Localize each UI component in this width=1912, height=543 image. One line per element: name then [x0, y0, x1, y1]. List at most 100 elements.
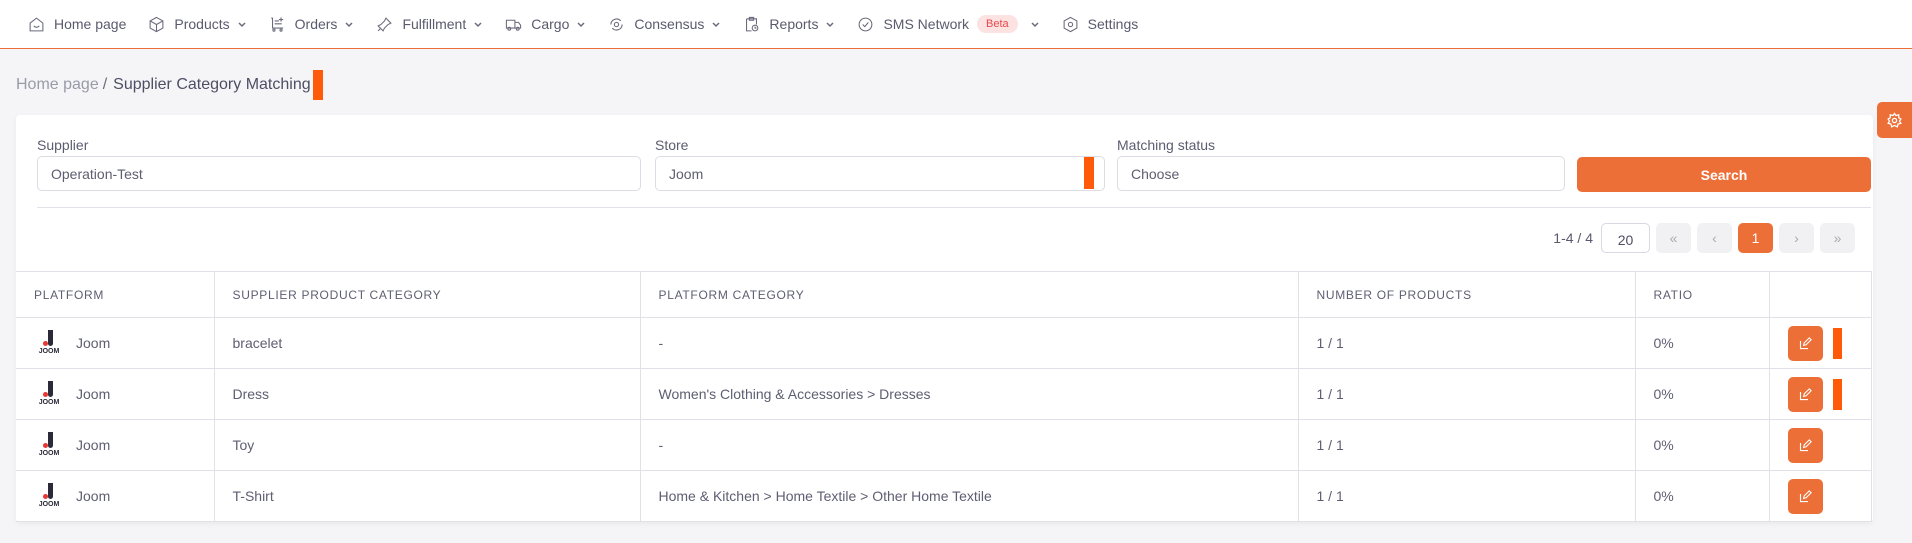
nav-products-label: Products — [174, 16, 230, 32]
table-row: JOOM Joom Toy - 1 / 1 0% — [16, 419, 1872, 471]
truck-icon — [506, 19, 522, 31]
platform-cell: JOOM Joom — [16, 419, 215, 471]
report-icon — [746, 16, 759, 31]
nav-settings[interactable]: Settings — [1062, 4, 1138, 44]
page-size-select[interactable]: 20 — [1601, 223, 1650, 253]
platform-cell: JOOM Joom — [16, 317, 215, 369]
search-button[interactable]: Search — [1577, 157, 1871, 192]
platform-category-cell: - — [639, 317, 1299, 369]
nav-home[interactable]: Home page — [28, 4, 126, 44]
actions-cell — [1768, 368, 1872, 420]
page-1-button[interactable]: 1 — [1738, 223, 1773, 253]
matching-status-select[interactable]: Choose — [1117, 156, 1565, 191]
supplier-category-cell: bracelet — [213, 317, 641, 369]
platform-category-cell: - — [639, 419, 1299, 471]
beta-badge: Beta — [977, 15, 1018, 33]
chevron-down-icon — [474, 22, 482, 28]
chevron-down-icon — [345, 22, 353, 28]
supplier-category-cell: T-Shirt — [213, 470, 641, 522]
edit-icon — [1799, 336, 1812, 349]
nav-products[interactable]: Products — [148, 4, 246, 44]
supplier-label: Supplier — [37, 137, 89, 153]
number-of-products-cell: 1 / 1 — [1297, 419, 1636, 471]
edit-icon — [1799, 438, 1812, 451]
joom-logo-icon: JOOM — [34, 481, 64, 511]
table-row: JOOM Joom T-Shirt Home & Kitchen > Home … — [16, 470, 1872, 522]
category-matching-table: PLATFORM SUPPLIER PRODUCT CATEGORY PLATF… — [16, 271, 1872, 522]
ratio-cell: 0% — [1634, 419, 1770, 471]
breadcrumb: Home page / Supplier Category Matching — [16, 70, 323, 100]
chevron-down-icon — [1031, 22, 1039, 28]
supplier-category-cell: Dress — [213, 368, 641, 420]
edit-button[interactable] — [1787, 427, 1823, 463]
platform-name: Joom — [76, 386, 111, 402]
edit-button[interactable] — [1787, 376, 1823, 412]
settings-panel-button[interactable] — [1877, 102, 1912, 138]
column-header-ratio: RATIO — [1634, 271, 1770, 318]
last-page-button[interactable]: » — [1820, 223, 1855, 253]
nav-cargo[interactable]: Cargo — [505, 4, 586, 44]
ratio-cell: 0% — [1634, 470, 1770, 522]
home-icon — [29, 16, 44, 31]
platform-category-cell: Women's Clothing & Accessories > Dresses — [639, 368, 1299, 420]
nav-reports[interactable]: Reports — [743, 4, 835, 44]
edit-button[interactable] — [1787, 478, 1823, 514]
table-row: JOOM Joom bracelet - 1 / 1 0% — [16, 317, 1872, 369]
platform-cell: JOOM Joom — [16, 368, 215, 420]
pin-icon — [377, 16, 393, 32]
store-label: Store — [655, 137, 689, 153]
column-header-platform-category: PLATFORM CATEGORY — [639, 271, 1299, 318]
ratio-cell: 0% — [1634, 317, 1770, 369]
breadcrumb-home-link[interactable]: Home page — [16, 76, 99, 94]
nav-orders[interactable]: Orders — [269, 4, 355, 44]
actions-cell — [1768, 470, 1872, 522]
settings-icon — [1063, 16, 1078, 32]
nav-sms-network[interactable]: SMS Network Beta — [857, 4, 1039, 44]
sync-icon — [610, 18, 624, 30]
store-value: Joom — [669, 165, 704, 182]
nav-fulfillment[interactable]: Fulfillment — [376, 4, 483, 44]
nav-home-label: Home page — [54, 16, 127, 32]
column-header-platform: PLATFORM — [16, 271, 215, 318]
highlight-marker — [1084, 157, 1094, 189]
highlight-marker — [312, 70, 323, 100]
nav-cargo-label: Cargo — [531, 16, 570, 32]
edit-icon — [1799, 387, 1812, 400]
main-card: Supplier Operation-Test Store Joom Match… — [16, 115, 1873, 522]
chevron-down-icon — [826, 22, 834, 28]
matching-status-value: Choose — [1131, 165, 1180, 182]
nav-consensus[interactable]: Consensus — [608, 4, 721, 44]
column-header-supplier-category: SUPPLIER PRODUCT CATEGORY — [213, 271, 641, 318]
table-row: JOOM Joom Dress Women's Clothing & Acces… — [16, 368, 1872, 420]
joom-logo-icon: JOOM — [34, 430, 64, 460]
nav-orders-label: Orders — [294, 16, 338, 32]
supplier-category-cell: Toy — [213, 419, 641, 471]
column-header-actions — [1768, 271, 1872, 318]
joom-logo-icon: JOOM — [34, 328, 64, 358]
gear-icon — [1887, 111, 1902, 128]
joom-logo-icon: JOOM — [34, 379, 64, 409]
ratio-cell: 0% — [1634, 368, 1770, 420]
page-title: Supplier Category Matching — [113, 76, 311, 93]
supplier-select[interactable]: Operation-Test — [37, 156, 641, 191]
breadcrumb-separator: / — [102, 76, 108, 93]
box-icon — [149, 16, 164, 32]
edit-button[interactable] — [1787, 325, 1823, 361]
store-select[interactable]: Joom — [655, 156, 1105, 191]
top-navigation: Home page Products Orders Fulfillment Ca… — [0, 0, 1912, 49]
nav-sms-network-label: SMS Network — [883, 16, 970, 32]
first-page-button[interactable]: « — [1656, 223, 1691, 253]
nav-reports-label: Reports — [769, 16, 819, 32]
chevron-down-icon — [712, 22, 720, 28]
chevron-down-icon — [238, 22, 246, 28]
platform-cell: JOOM Joom — [16, 470, 215, 522]
matching-status-label: Matching status — [1117, 137, 1216, 153]
number-of-products-cell: 1 / 1 — [1297, 317, 1636, 369]
prev-page-button[interactable]: ‹ — [1697, 223, 1732, 253]
next-page-button[interactable]: › — [1779, 223, 1814, 253]
actions-cell — [1768, 317, 1872, 369]
table-header-row: PLATFORM SUPPLIER PRODUCT CATEGORY PLATF… — [16, 271, 1872, 318]
edit-icon — [1799, 489, 1812, 502]
platform-name: Joom — [76, 335, 111, 351]
pagination-range: 1-4 / 4 — [1553, 230, 1593, 246]
